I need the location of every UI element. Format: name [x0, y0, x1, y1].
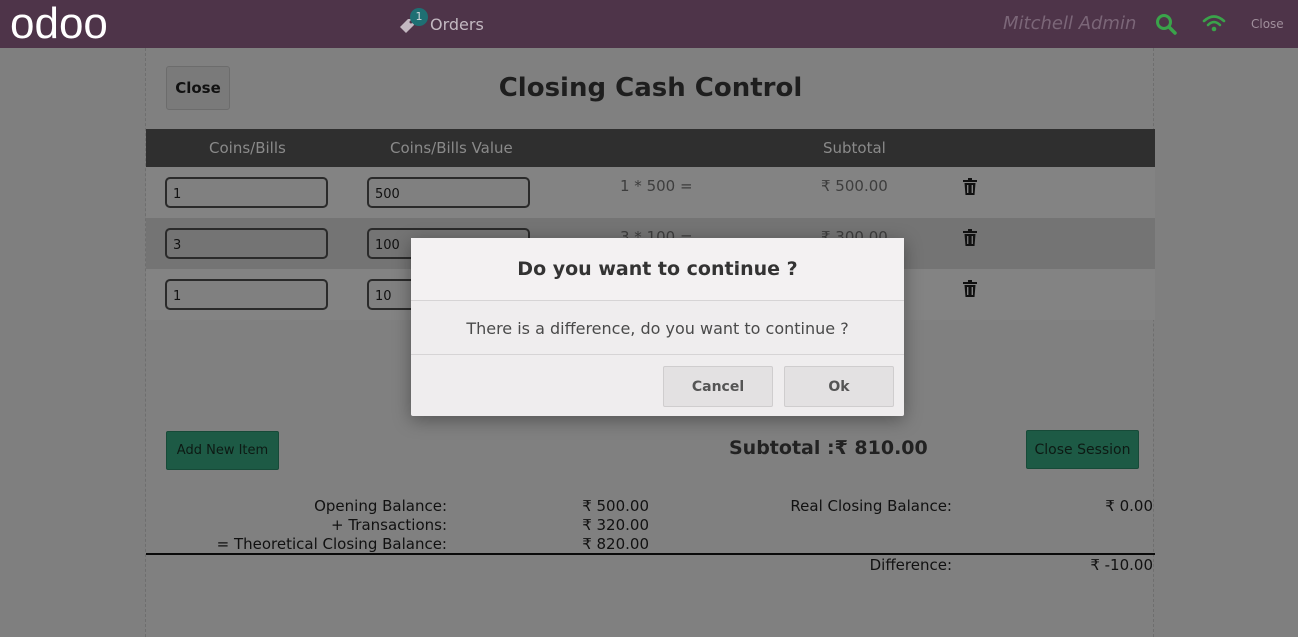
top-bar: odoo 1 Orders Mitchell Admin Close	[0, 0, 1298, 48]
dialog-message: There is a difference, do you want to co…	[466, 319, 849, 338]
table-row: 1 500 1 * 500 = ₹ 500.00	[146, 167, 1155, 218]
header-subtotal: Subtotal	[823, 139, 886, 157]
wifi-icon	[1202, 15, 1226, 32]
table-header: Coins/Bills Coins/Bills Value Subtotal	[146, 129, 1155, 167]
trash-icon[interactable]	[963, 280, 977, 297]
real-closing-balance-label: Real Closing Balance:	[790, 497, 952, 515]
orders-tab[interactable]: 1 Orders	[398, 8, 484, 38]
username: Mitchell Admin	[1003, 13, 1137, 34]
page-title: Closing Cash Control	[498, 73, 803, 103]
subtotal-total: Subtotal :₹ 810.00	[729, 437, 928, 459]
ok-button[interactable]: Ok	[784, 366, 894, 407]
close-pos-link[interactable]: Close	[1251, 17, 1284, 31]
real-closing-balance-value: ₹ 0.00	[1105, 497, 1153, 515]
value-input[interactable]: 500	[367, 177, 530, 208]
orders-label: Orders	[430, 14, 484, 34]
difference-value: ₹ -10.00	[1090, 556, 1153, 574]
opening-balance-label: Opening Balance:	[314, 497, 447, 515]
theoretical-balance-label: = Theoretical Closing Balance:	[216, 535, 447, 553]
odoo-logo: odoo	[10, 2, 108, 46]
difference-label: Difference:	[869, 556, 952, 574]
trash-icon[interactable]	[963, 178, 977, 195]
close-session-button[interactable]: Close Session	[1026, 430, 1139, 469]
tag-icon: 1	[398, 8, 428, 35]
transactions-value: ₹ 320.00	[582, 516, 649, 534]
dialog-header: Do you want to continue ?	[411, 238, 904, 301]
orders-count-badge: 1	[410, 8, 428, 26]
add-new-item-button[interactable]: Add New Item	[166, 431, 279, 470]
header-value: Coins/Bills Value	[390, 139, 513, 157]
theoretical-balance-value: ₹ 820.00	[582, 535, 649, 553]
confirm-dialog: Do you want to continue ? There is a dif…	[411, 238, 904, 416]
coins-input[interactable]: 1	[165, 279, 328, 310]
transactions-label: + Transactions:	[330, 516, 447, 534]
dialog-title: Do you want to continue ?	[517, 258, 798, 280]
header-coins: Coins/Bills	[209, 139, 286, 157]
coins-input[interactable]: 1	[165, 177, 328, 208]
svg-text:odoo: odoo	[10, 2, 108, 46]
divider	[146, 553, 1155, 555]
dialog-body: There is a difference, do you want to co…	[411, 302, 904, 355]
row-subtotal: ₹ 500.00	[821, 177, 888, 195]
coins-input[interactable]: 3	[165, 228, 328, 259]
trash-icon[interactable]	[963, 229, 977, 246]
cancel-button[interactable]: Cancel	[663, 366, 773, 407]
search-icon[interactable]	[1155, 13, 1177, 35]
row-calc: 1 * 500 =	[620, 177, 693, 195]
opening-balance-value: ₹ 500.00	[582, 497, 649, 515]
